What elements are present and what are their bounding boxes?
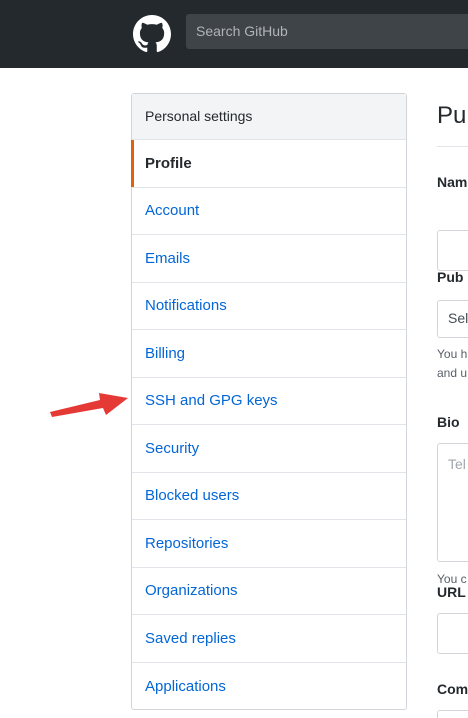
public-email-note-line-2: and u <box>437 366 468 380</box>
bio-textarea[interactable]: Tel <box>437 443 468 562</box>
title-divider <box>437 146 468 147</box>
public-email-select[interactable]: Sel <box>437 300 468 338</box>
sidebar-item-account[interactable]: Account <box>132 188 406 235</box>
github-logo-icon[interactable] <box>133 15 171 53</box>
company-input[interactable] <box>437 710 468 718</box>
url-label: URL <box>437 584 466 600</box>
sidebar-item-emails[interactable]: Emails <box>132 235 406 283</box>
settings-sidebar: Personal settings Profile Account Emails… <box>131 93 407 710</box>
search-placeholder: Search GitHub <box>196 23 288 39</box>
public-email-select-value: Sel <box>448 310 468 326</box>
sidebar-item-billing[interactable]: Billing <box>132 330 406 378</box>
annotation-arrow-icon <box>50 393 128 417</box>
sidebar-item-security[interactable]: Security <box>132 425 406 473</box>
public-email-label: Pub <box>437 269 464 285</box>
sidebar-item-profile[interactable]: Profile <box>131 140 406 188</box>
sidebar-item-saved-replies[interactable]: Saved replies <box>132 615 406 663</box>
sidebar-item-repositories[interactable]: Repositories <box>132 520 406 568</box>
name-input[interactable] <box>437 230 468 271</box>
public-email-note-line-1: You h <box>437 347 468 361</box>
sidebar-item-notifications[interactable]: Notifications <box>132 283 406 330</box>
profile-form: Pu Nam Pub Sel You h and u Bio Tel You c… <box>437 93 468 718</box>
sidebar-heading: Personal settings <box>132 94 406 140</box>
search-input[interactable]: Search GitHub <box>186 14 468 49</box>
sidebar-item-blocked-users[interactable]: Blocked users <box>132 473 406 520</box>
company-label: Com <box>437 681 468 697</box>
bio-label: Bio <box>437 414 460 430</box>
sidebar-item-applications[interactable]: Applications <box>132 663 406 711</box>
sidebar-item-ssh-gpg-keys[interactable]: SSH and GPG keys <box>132 378 406 425</box>
bio-placeholder: Tel <box>448 456 466 472</box>
url-input[interactable] <box>437 613 468 654</box>
name-label: Nam <box>437 174 468 190</box>
top-header: Search GitHub <box>0 0 468 68</box>
sidebar-item-organizations[interactable]: Organizations <box>132 568 406 615</box>
page-title: Pu <box>437 102 467 129</box>
